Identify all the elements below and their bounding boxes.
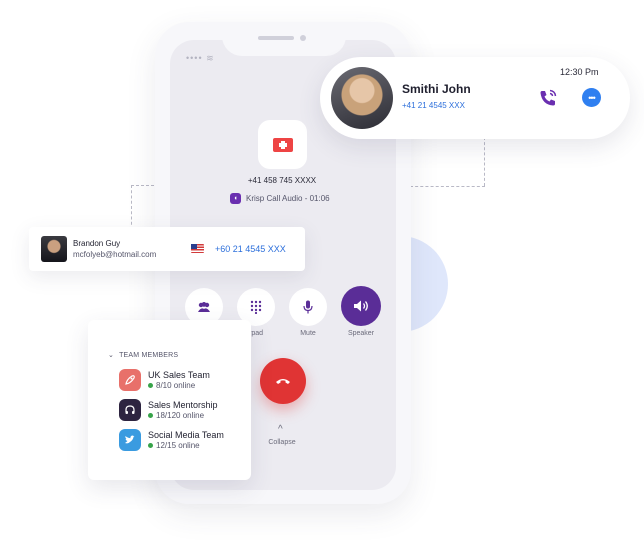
contact-name: Smithi John (402, 82, 471, 96)
online-dot-icon (148, 383, 153, 388)
team-online-status: 12/15 online (148, 441, 224, 451)
mute-button[interactable] (289, 288, 327, 326)
swiss-flag-icon (272, 137, 293, 152)
online-dot-icon (148, 413, 153, 418)
connector-line (484, 137, 485, 186)
team-online-count: 18/120 online (156, 410, 205, 420)
hang-up-button[interactable] (260, 358, 306, 404)
microphone-icon (303, 300, 313, 314)
hang-up-icon (276, 379, 290, 384)
connector-line (410, 186, 485, 187)
team-online-status: 8/10 online (148, 381, 210, 391)
speaker-button[interactable] (341, 286, 381, 326)
krisp-audio-icon: ◖ (230, 193, 241, 204)
caller-number[interactable]: +60 21 4545 XXX (215, 244, 286, 254)
krisp-audio-status: ◖ Krisp Call Audio - 01:06 (230, 193, 330, 204)
keypad-icon (250, 300, 262, 314)
krisp-audio-label: Krisp Call Audio - 01:06 (246, 194, 330, 203)
speaker-label: Speaker (347, 330, 375, 337)
team-item-sales-mentorship[interactable]: Sales Mentorship 18/120 online (119, 399, 218, 421)
phone-camera (300, 35, 306, 41)
call-number: +41 458 745 XXXX (247, 176, 317, 185)
chevron-down-icon[interactable]: ⌄ (108, 351, 114, 359)
team-name: Sales Mentorship (148, 399, 218, 410)
team-members-header[interactable]: ⌄ TEAM MEMBERS (108, 351, 179, 360)
speaker-control[interactable] (341, 286, 381, 326)
team-members-title: TEAM MEMBERS (119, 351, 179, 359)
mute-control[interactable] (289, 288, 327, 326)
phone-speaker-grille (258, 36, 294, 40)
call-time: 12:30 Pm (560, 67, 599, 77)
twitter-icon (119, 429, 141, 451)
team-name: UK Sales Team (148, 369, 210, 380)
chat-icon[interactable]: ••• (582, 88, 601, 107)
phone-call-icon[interactable] (538, 88, 558, 113)
team-online-status: 18/120 online (148, 411, 218, 421)
online-dot-icon (148, 443, 153, 448)
avatar (331, 67, 393, 129)
mute-label: Mute (300, 330, 316, 337)
rocket-icon (119, 369, 141, 391)
caller-name: Brandon Guy (73, 239, 121, 248)
team-item-social-media[interactable]: Social Media Team 12/15 online (119, 429, 224, 451)
avatar (41, 236, 67, 262)
team-name: Social Media Team (148, 429, 224, 440)
flag-icon (191, 244, 204, 253)
connector-line (131, 185, 132, 230)
speaker-icon (354, 300, 368, 312)
country-flag-tile (258, 120, 307, 169)
team-online-count: 8/10 online (156, 380, 196, 390)
contact-number[interactable]: +41 21 4545 XXX (402, 101, 465, 110)
headphones-icon (119, 399, 141, 421)
team-online-count: 12/15 online (156, 440, 200, 450)
chevron-up-icon[interactable]: ^ (278, 424, 283, 435)
signal-wifi-icon: •••• ≋ (186, 53, 215, 63)
caller-email: mcfolyeb@hotmail.com (73, 250, 157, 259)
contacts-icon (198, 302, 210, 312)
collapse-label[interactable]: Collapse (262, 439, 302, 446)
team-item-uk-sales[interactable]: UK Sales Team 8/10 online (119, 369, 210, 391)
